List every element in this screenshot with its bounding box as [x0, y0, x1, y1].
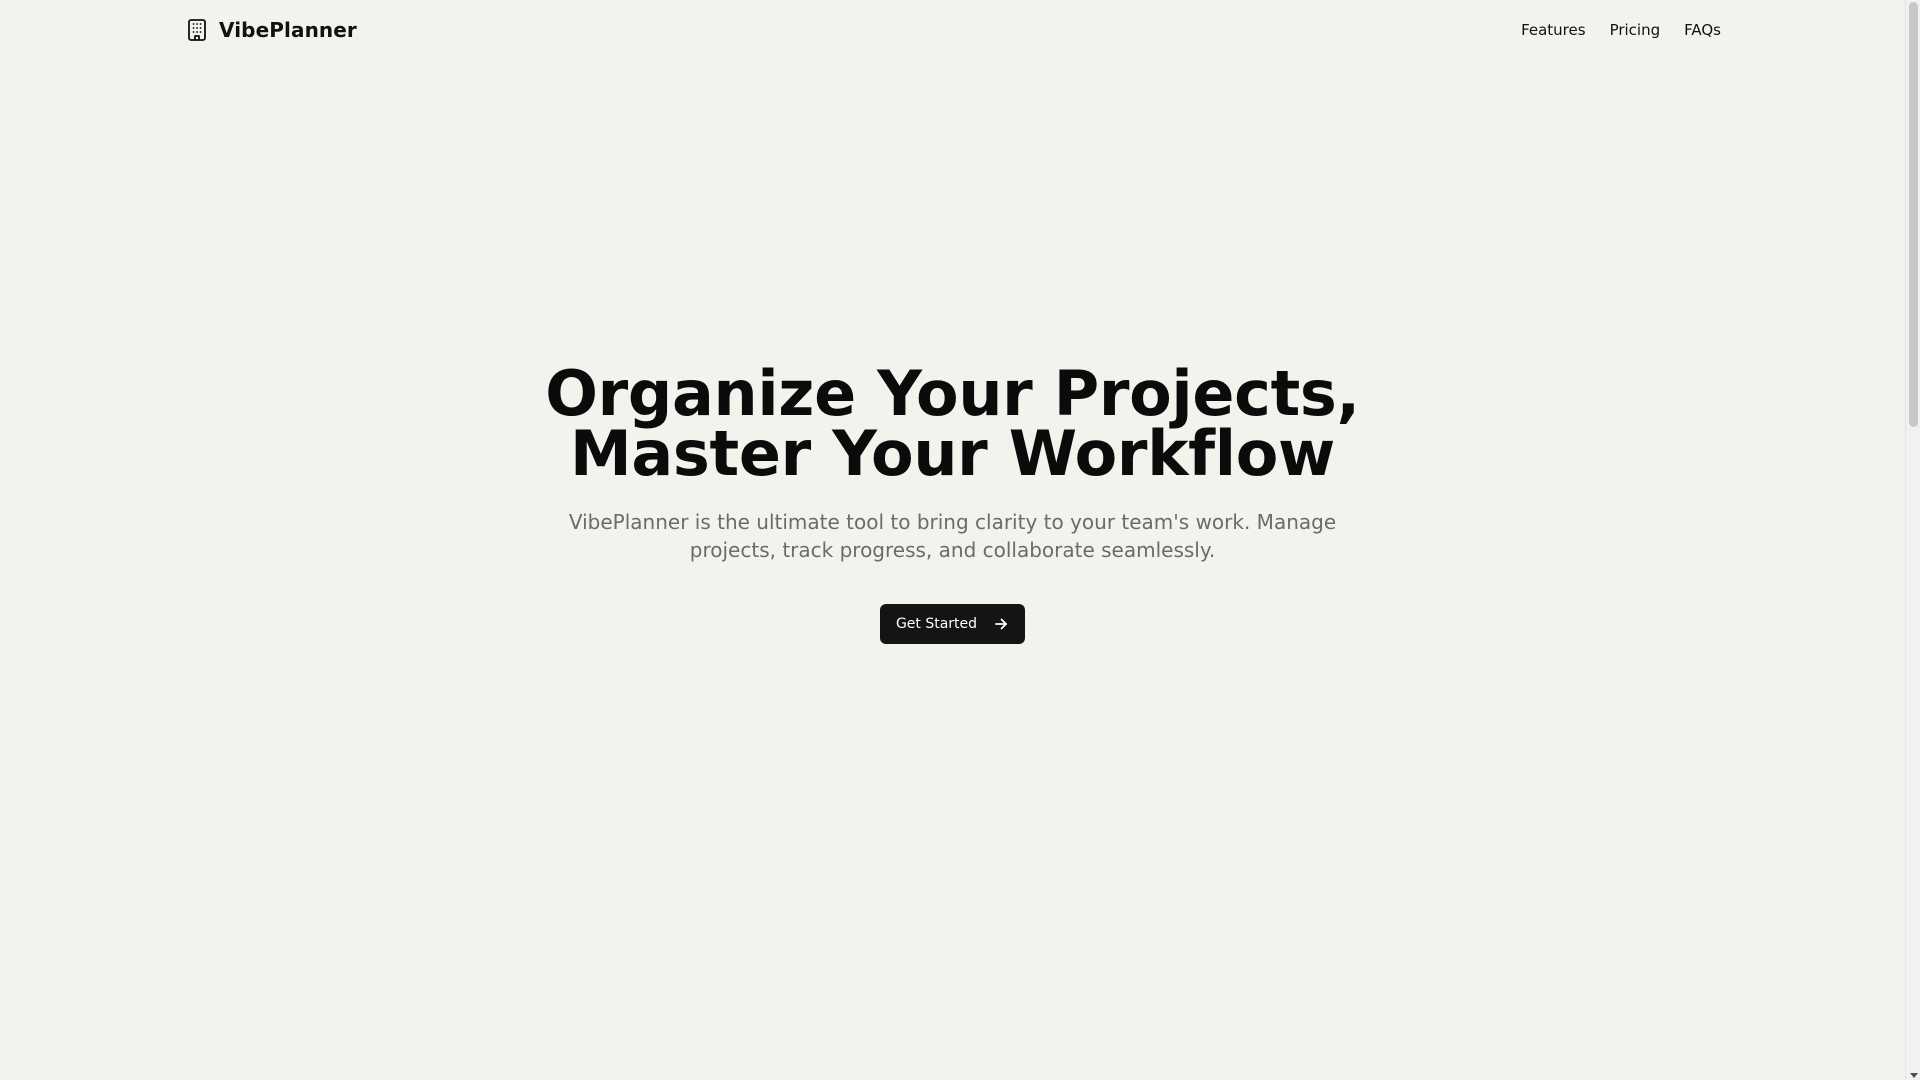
get-started-button[interactable]: Get Started [879, 604, 1026, 644]
landing-page: VibePlanner Features Pricing FAQs Organi… [0, 0, 1920, 1080]
brand-link[interactable]: VibePlanner [185, 18, 357, 42]
hero-section: Organize Your Projects, Master Your Work… [0, 357, 1905, 644]
hero-title-line-2: Master Your Workflow [569, 417, 1336, 490]
scroll-down-arrow-icon[interactable] [1910, 1073, 1918, 1078]
site-header: VibePlanner Features Pricing FAQs [185, 0, 1721, 60]
top-nav: Features Pricing FAQs [1521, 21, 1721, 39]
hero-title-line-1: Organize Your Projects, [545, 357, 1360, 430]
hero-title: Organize Your Projects, Master Your Work… [545, 357, 1360, 490]
scrollbar-thumb[interactable] [1909, 2, 1918, 427]
building-icon [185, 18, 209, 42]
arrow-right-icon [993, 616, 1009, 632]
nav-link-faqs[interactable]: FAQs [1684, 21, 1721, 39]
hero-subtitle: VibePlanner is the ultimate tool to brin… [568, 510, 1337, 562]
brand-name: VibePlanner [219, 18, 357, 42]
nav-link-pricing[interactable]: Pricing [1610, 21, 1661, 39]
nav-link-features[interactable]: Features [1521, 21, 1586, 39]
get-started-label: Get Started [895, 616, 978, 632]
page-scrollbar[interactable] [1905, 0, 1920, 1080]
